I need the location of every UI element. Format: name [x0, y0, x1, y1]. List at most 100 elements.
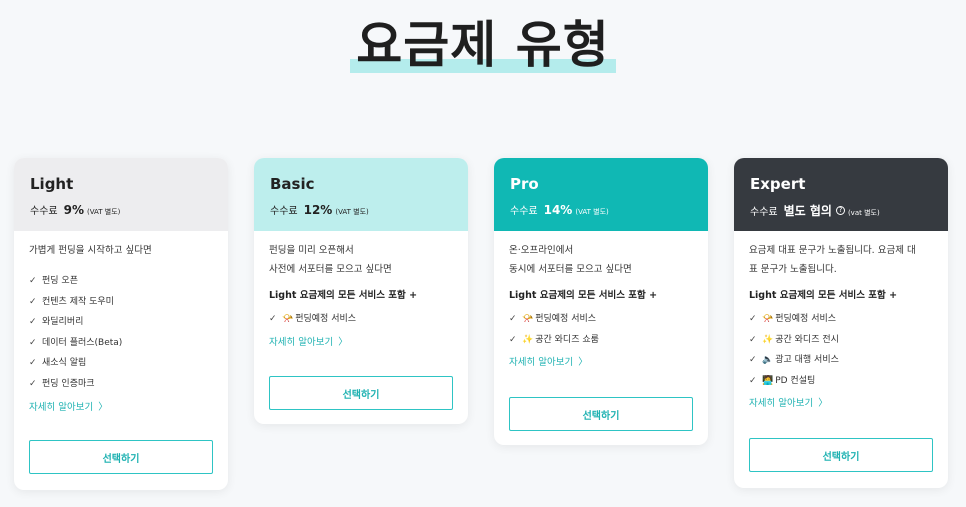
select-button[interactable]: 선택하기 — [269, 376, 453, 410]
fee-row: 수수료 12% (VAT 별도) — [270, 202, 452, 217]
feature-label: 와딜리버리 — [42, 317, 84, 328]
more-link-label: 자세히 알아보기 — [29, 401, 94, 413]
plan-name: Basic — [270, 175, 315, 193]
description-line: 사전에 서포터를 모으고 싶다면 — [269, 264, 392, 275]
plan-card-expert: Expert 수수료 별도 협의 ? (vat 별도) 요금제 대표 문구가 노… — [734, 158, 948, 488]
plan-body: 온·오프라인에서 동시에 서포터를 모으고 싶다면 Light 요금제의 모든 … — [494, 231, 708, 372]
feature-label: 공간 와디즈 전시 — [775, 334, 839, 345]
feature-label: 공간 와디즈 쇼룸 — [535, 334, 599, 345]
more-link[interactable]: 자세히 알아보기 〉 — [269, 334, 453, 352]
description-line: 가볍게 펀딩을 시작하고 싶다면 — [29, 245, 152, 256]
horn-icon: 📯 — [762, 314, 774, 324]
check-icon: ✓ — [29, 358, 37, 369]
plan-name: Light — [30, 175, 74, 193]
feature-label: 펀딩예정 서비스 — [535, 314, 597, 324]
select-button[interactable]: 선택하기 — [29, 440, 213, 474]
plan-name: Pro — [510, 175, 539, 193]
page-header: 요금제 유형 — [0, 14, 966, 76]
more-link-label: 자세히 알아보기 — [509, 357, 574, 369]
plan-name: Expert — [750, 175, 806, 193]
check-icon: ✓ — [29, 317, 37, 328]
fee-value: 14% — [543, 203, 573, 217]
check-icon: ✓ — [29, 276, 37, 286]
chevron-right-icon: 〉 — [818, 398, 828, 410]
info-icon[interactable]: ? — [835, 206, 845, 215]
included-services-label: Light 요금제의 모든 서비스 포함 + — [749, 290, 898, 301]
feature-label: 컨텐츠 제작 도우미 — [42, 296, 114, 307]
select-button[interactable]: 선택하기 — [509, 397, 693, 431]
feature-list: ✓ 펀딩 오픈 ✓ 컨텐츠 제작 도우미 ✓ 와딜리버리 ✓ 데이터 플러스(Beta)… — [29, 271, 213, 395]
plan-header: Light 수수료 9% (VAT 별도) — [14, 158, 228, 231]
feature-item: ✓ 📯 펀딩예정 서비스 — [749, 309, 933, 330]
plan-body: 요금제 대표 문구가 노출됩니다. 요금제 대 표 문구가 노출됩니다. Lig… — [734, 231, 948, 413]
person-icon: 🧑‍💻 — [762, 375, 774, 386]
more-link[interactable]: 자세히 알아보기 〉 — [29, 399, 213, 417]
description-line: 요금제 대표 문구가 노출됩니다. 요금제 대 — [749, 245, 916, 256]
plan-card-pro: Pro 수수료 14% (VAT 별도) 온·오프라인에서 동시에 서포터를 모… — [494, 158, 708, 445]
description-line: 표 문구가 노출됩니다. — [749, 264, 837, 275]
feature-item: ✓ 펀딩 오픈 — [29, 271, 213, 292]
vat-note: (VAT 별도) — [575, 208, 609, 216]
plan-body: 펀딩을 미리 오픈해서 사전에 서포터를 모으고 싶다면 Light 요금제의 … — [254, 231, 468, 352]
included-services-label: Light 요금제의 모든 서비스 포함 + — [269, 290, 418, 301]
more-link[interactable]: 자세히 알아보기 〉 — [749, 395, 933, 413]
check-icon: ✓ — [749, 355, 757, 366]
chevron-right-icon: 〉 — [578, 357, 588, 369]
chevron-right-icon: 〉 — [98, 401, 108, 413]
plan-card-basic: Basic 수수료 12% (VAT 별도) 펀딩을 미리 오픈해서 사전에 서… — [254, 158, 468, 424]
feature-label: 새소식 알림 — [42, 358, 87, 369]
feature-item: ✓ 📯 펀딩예정 서비스 — [509, 309, 693, 330]
feature-label: 펀딩예정 서비스 — [295, 314, 357, 324]
feature-label: 광고 대행 서비스 — [775, 355, 839, 366]
check-icon: ✓ — [29, 378, 37, 389]
plan-description: 요금제 대표 문구가 노출됩니다. 요금제 대 표 문구가 노출됩니다. — [749, 241, 933, 279]
description-line: 펀딩을 미리 오픈해서 — [269, 245, 354, 256]
check-icon: ✓ — [269, 314, 277, 324]
feature-list: ✓ 📯 펀딩예정 서비스 ✓ ✨ 공간 와디즈 전시 ✓ 🔈 광고 대행 서비스 ✓ 🧑‍💻 P… — [749, 309, 933, 391]
description-line: 동시에 서포터를 모으고 싶다면 — [509, 264, 632, 275]
plan-description: 온·오프라인에서 동시에 서포터를 모으고 싶다면 — [509, 241, 693, 279]
plan-card-light: Light 수수료 9% (VAT 별도) 가볍게 펀딩을 시작하고 싶다면 ✓… — [14, 158, 228, 490]
fee-row: 수수료 별도 협의 ? (vat 별도) — [750, 202, 932, 219]
feature-item: ✓ 🧑‍💻 PD 컨설팅 — [749, 371, 933, 392]
sparkles-icon: ✨ — [762, 334, 774, 345]
fee-value: 12% — [303, 203, 333, 217]
speaker-icon: 🔈 — [762, 355, 774, 366]
check-icon: ✓ — [749, 334, 757, 345]
feature-label: 데이터 플러스(Beta) — [42, 337, 123, 348]
fee-label: 수수료 — [30, 206, 58, 217]
page-title: 요금제 유형 — [350, 14, 616, 76]
horn-icon: 📯 — [522, 314, 534, 324]
fee-row: 수수료 9% (VAT 별도) — [30, 202, 212, 217]
fee-label: 수수료 — [270, 206, 298, 217]
feature-label: PD 컨설팅 — [775, 375, 816, 386]
vat-note: (VAT 별도) — [86, 208, 121, 216]
vat-note: (VAT 별도) — [335, 208, 369, 216]
more-link-label: 자세히 알아보기 — [749, 398, 814, 410]
feature-item: ✓ 컨텐츠 제작 도우미 — [29, 292, 213, 313]
vat-note: (vat 별도) — [847, 209, 880, 217]
sparkles-icon: ✨ — [522, 334, 534, 345]
check-icon: ✓ — [749, 314, 757, 324]
feature-label: 펀딩예정 서비스 — [775, 314, 837, 324]
feature-item: ✓ 와딜리버리 — [29, 312, 213, 333]
plan-header: Pro 수수료 14% (VAT 별도) — [494, 158, 708, 231]
feature-label: 펀딩 인증마크 — [42, 378, 95, 389]
fee-value: 9% — [63, 203, 84, 217]
horn-icon: 📯 — [282, 314, 294, 324]
fee-value: 별도 협의 — [783, 204, 832, 218]
check-icon: ✓ — [29, 337, 37, 348]
plan-header: Basic 수수료 12% (VAT 별도) — [254, 158, 468, 231]
more-link[interactable]: 자세히 알아보기 〉 — [509, 354, 693, 372]
feature-item: ✓ 펀딩 인증마크 — [29, 374, 213, 395]
plan-header: Expert 수수료 별도 협의 ? (vat 별도) — [734, 158, 948, 231]
fee-label: 수수료 — [510, 206, 538, 217]
feature-item: ✓ 🔈 광고 대행 서비스 — [749, 350, 933, 371]
plan-body: 가볍게 펀딩을 시작하고 싶다면 ✓ 펀딩 오픈 ✓ 컨텐츠 제작 도우미 ✓ 와딜리… — [14, 231, 228, 417]
check-icon: ✓ — [749, 375, 757, 386]
feature-label: 펀딩 오픈 — [42, 276, 78, 286]
fee-row: 수수료 14% (VAT 별도) — [510, 202, 692, 217]
feature-item: ✓ ✨ 공간 와디즈 쇼룸 — [509, 330, 693, 351]
plan-description: 펀딩을 미리 오픈해서 사전에 서포터를 모으고 싶다면 — [269, 241, 453, 279]
select-button[interactable]: 선택하기 — [749, 438, 933, 472]
